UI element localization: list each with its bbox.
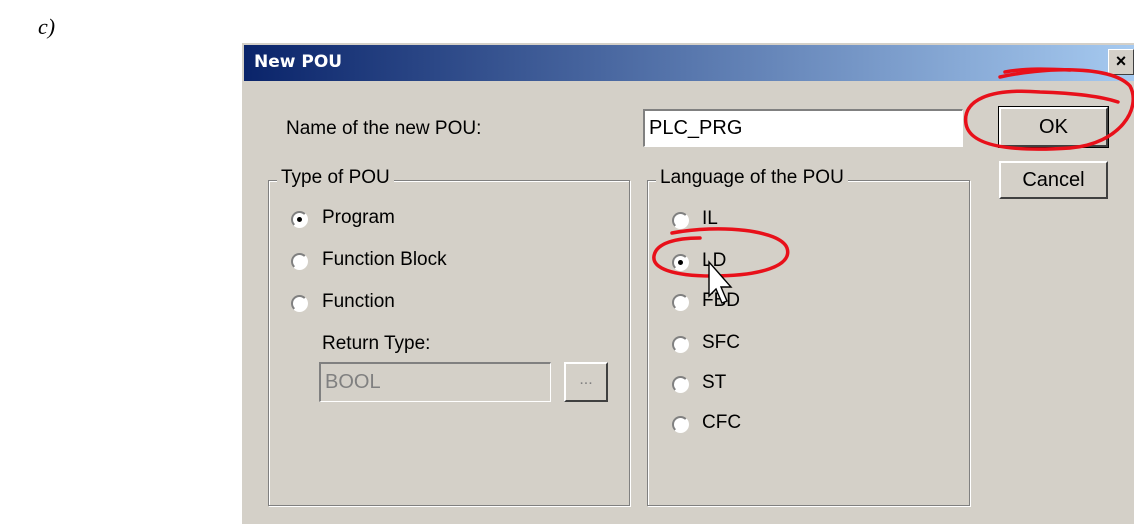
title-bar[interactable]: New POU × (244, 45, 1134, 81)
cancel-button[interactable]: Cancel (999, 161, 1108, 199)
radio-cfc[interactable] (672, 416, 689, 433)
figure-caption: c) (38, 14, 56, 39)
radio-function[interactable] (291, 295, 308, 312)
new-pou-dialog: New POU × Name of the new POU: PLC_PRG O… (240, 41, 1134, 524)
radio-ld[interactable] (672, 254, 689, 271)
return-type-label: Return Type: (322, 333, 431, 354)
radio-sfc[interactable] (672, 336, 689, 353)
dialog-title: New POU (254, 52, 343, 72)
radio-ld-label[interactable]: LD (702, 250, 726, 272)
radio-st[interactable] (672, 376, 689, 393)
radio-sfc-label[interactable]: SFC (702, 332, 740, 354)
return-type-browse-button: ... (564, 362, 608, 402)
radio-function-block-label[interactable]: Function Block (322, 249, 447, 271)
radio-program-label[interactable]: Program (322, 207, 395, 229)
type-of-pou-group: Type of POU Program Function Block Funct… (268, 167, 630, 506)
language-group-legend: Language of the POU (656, 167, 848, 189)
radio-program[interactable] (291, 211, 308, 228)
radio-st-label[interactable]: ST (702, 372, 726, 394)
radio-function-block[interactable] (291, 253, 308, 270)
radio-il[interactable] (672, 212, 689, 229)
pou-name-input[interactable]: PLC_PRG (643, 109, 963, 147)
radio-il-label[interactable]: IL (702, 208, 718, 230)
ok-button[interactable]: OK (998, 106, 1109, 148)
radio-fbd-label[interactable]: FBD (702, 290, 740, 312)
close-icon: × (1115, 51, 1127, 71)
radio-fbd[interactable] (672, 294, 689, 311)
close-button[interactable]: × (1108, 49, 1134, 75)
language-of-pou-group: Language of the POU IL LD FBD SFC ST CFC (647, 167, 970, 506)
return-type-input: BOOL (319, 362, 551, 402)
radio-cfc-label[interactable]: CFC (702, 412, 741, 434)
radio-function-label[interactable]: Function (322, 291, 395, 313)
name-label: Name of the new POU: (286, 118, 482, 139)
type-group-legend: Type of POU (277, 167, 394, 189)
